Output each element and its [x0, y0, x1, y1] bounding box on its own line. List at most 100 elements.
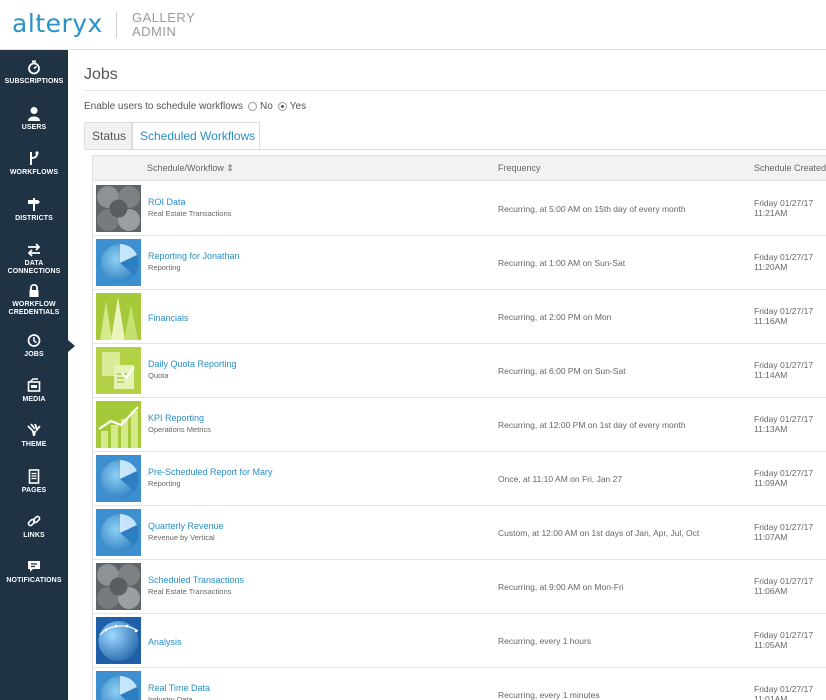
workflow-name-link[interactable]: Quarterly Revenue: [148, 521, 224, 531]
sidebar-item-label: WORKFLOW: [12, 301, 56, 308]
workflow-name-link[interactable]: Analysis: [148, 637, 182, 647]
workflow-name-link[interactable]: Pre-Scheduled Report for Mary: [148, 467, 273, 477]
workflow-thumbnail[interactable]: [96, 563, 141, 610]
table-row[interactable]: Daily Quota Reporting Quota Recurring, at …: [93, 344, 826, 398]
column-header-frequency[interactable]: Frequency: [498, 156, 541, 181]
media-icon: [0, 378, 68, 396]
created-date: Friday 01/27/17: [754, 576, 814, 586]
sidebar-item-data-connections[interactable]: DATA CONNECTIONS: [0, 242, 68, 276]
tab-scheduled-workflows[interactable]: Scheduled Workflows: [132, 122, 260, 150]
table-row[interactable]: Real Time Data Industry Data Recurring, ev…: [93, 668, 826, 700]
created-cell: Friday 01/27/17 11:21AM: [754, 198, 813, 218]
frequency-cell: Recurring, at 1:00 AM on Sun-Sat: [498, 258, 626, 268]
sidebar-item-media[interactable]: MEDIA: [0, 378, 68, 404]
workflow-thumbnail[interactable]: [96, 671, 141, 700]
frequency-cell: Once, at 11:10 AM on Fri, Jan 27: [498, 474, 623, 484]
table-row[interactable]: KPI Reporting Operations Metrics Recurring…: [93, 398, 826, 452]
sidebar-item-label: DISTRICTS: [15, 215, 53, 222]
workflow-name-link[interactable]: KPI Reporting: [148, 413, 204, 423]
sidebar-item-links[interactable]: LINKS: [0, 514, 68, 540]
top-bar: alteryx GALLERY ADMIN: [0, 0, 826, 50]
user-icon: [0, 106, 68, 124]
sidebar-item-label-line2: CREDENTIALS: [8, 309, 60, 316]
created-cell: Friday 01/27/17 11:06AM: [754, 576, 813, 596]
sidebar-item-subscriptions[interactable]: SUBSCRIPTIONS: [0, 60, 68, 86]
table-row[interactable]: Analysis Recurring, every 1 hours Friday 0…: [93, 614, 826, 668]
schedule-option-label: Enable users to schedule workflows: [84, 101, 243, 112]
workflow-name-link[interactable]: ROI Data: [148, 197, 186, 207]
workflow-thumbnail[interactable]: [96, 185, 141, 232]
created-time: 11:07AM: [754, 532, 788, 542]
brush-icon: [0, 423, 68, 441]
workflow-thumbnail[interactable]: [96, 617, 141, 664]
sidebar-item-theme[interactable]: THEME: [0, 423, 68, 449]
created-date: Friday 01/27/17: [754, 468, 814, 478]
frequency-cell: Custom, at 12:00 AM on 1st days of Jan, …: [498, 528, 700, 538]
radio-no[interactable]: [247, 102, 257, 111]
table-row[interactable]: Reporting for Jonathan Reporting Recurring…: [93, 236, 826, 290]
column-header-schedule-created[interactable]: Schedule Created ▾: [754, 156, 826, 181]
workflow-thumbnail[interactable]: [96, 509, 141, 556]
workflow-thumbnail[interactable]: [96, 347, 141, 394]
workflow-name-link[interactable]: Real Time Data: [148, 683, 210, 693]
created-date: Friday 01/27/17: [754, 630, 814, 640]
frequency-cell: Recurring, every 1 hours: [498, 636, 592, 646]
sidebar-item-users[interactable]: USERS: [0, 106, 68, 132]
created-date: Friday 01/27/17: [754, 360, 814, 370]
workflow-name-link[interactable]: Daily Quota Reporting: [148, 359, 237, 369]
active-nav-pointer: [68, 340, 75, 352]
workflow-subtitle: Real Estate Transactions: [148, 209, 232, 218]
created-cell: Friday 01/27/17 11:07AM: [754, 522, 813, 542]
sidebar-item-jobs[interactable]: JOBS: [0, 333, 68, 359]
sidebar-item-workflows[interactable]: WORKFLOWS: [0, 151, 68, 177]
workflow-thumbnail[interactable]: [96, 293, 141, 340]
created-cell: Friday 01/27/17 11:05AM: [754, 630, 813, 650]
table-row[interactable]: Financials Recurring, at 2:00 PM on Mon Fr…: [93, 290, 826, 344]
frequency-cell: Recurring, at 12:00 PM on 1st day of eve…: [498, 420, 686, 430]
signpost-icon: [0, 197, 68, 215]
radio-yes-label[interactable]: Yes: [290, 101, 306, 112]
gallery-admin-title: GALLERY ADMIN: [132, 11, 195, 39]
created-date: Friday 01/27/17: [754, 252, 814, 262]
sidebar-item-workflow-credentials[interactable]: WORKFLOW CREDENTIALS: [0, 283, 68, 317]
created-date: Friday 01/27/17: [754, 306, 814, 316]
created-cell: Friday 01/27/17 11:09AM: [754, 468, 813, 488]
clock-icon: [0, 333, 68, 351]
radio-no-label[interactable]: No: [260, 101, 273, 112]
sidebar-item-pages[interactable]: PAGES: [0, 469, 68, 495]
link-icon: [0, 514, 68, 532]
table-row[interactable]: Scheduled Transactions Real Estate Transa…: [93, 560, 826, 614]
alteryx-logo[interactable]: alteryx: [12, 9, 103, 38]
table-row[interactable]: Quarterly Revenue Revenue by Vertical Cust…: [93, 506, 826, 560]
workflow-name-link[interactable]: Reporting for Jonathan: [148, 251, 240, 261]
tab-status[interactable]: Status: [84, 122, 132, 150]
radio-yes[interactable]: [277, 102, 287, 111]
workflow-subtitle: Revenue by Vertical: [148, 533, 215, 542]
workflow-subtitle: Industry Data: [148, 695, 193, 700]
table-row[interactable]: Pre-Scheduled Report for Mary Reporting On…: [93, 452, 826, 506]
frequency-cell: Recurring, at 2:00 PM on Mon: [498, 312, 612, 322]
sidebar-item-label: DATA: [24, 260, 44, 267]
message-icon: [0, 559, 68, 577]
workflow-name-link[interactable]: Scheduled Transactions: [148, 575, 244, 585]
workflow-icon: [0, 151, 68, 169]
sidebar-item-districts[interactable]: DISTRICTS: [0, 197, 68, 223]
workflow-name-link[interactable]: Financials: [148, 313, 189, 323]
column-header-schedule-workflow[interactable]: Schedule/Workflow ⇕: [147, 156, 234, 181]
created-time: 11:20AM: [754, 262, 788, 272]
created-time: 11:21AM: [754, 208, 788, 218]
workflow-thumbnail[interactable]: [96, 455, 141, 502]
created-cell: Friday 01/27/17 11:16AM: [754, 306, 813, 326]
created-time: 11:05AM: [754, 640, 788, 650]
sidebar-item-label: USERS: [21, 124, 47, 131]
sidebar-item-label: JOBS: [24, 351, 44, 358]
subscriptions-icon: [0, 60, 68, 78]
table-header: Schedule/Workflow ⇕ Frequency Schedule C…: [93, 156, 826, 181]
workflow-thumbnail[interactable]: [96, 239, 141, 286]
table-row[interactable]: ROI Data Real Estate Transactions Recurrin…: [93, 182, 826, 236]
workflow-subtitle: Real Estate Transactions: [148, 587, 232, 596]
workflow-thumbnail[interactable]: [96, 401, 141, 448]
workflow-subtitle: Operations Metrics: [148, 425, 211, 434]
created-time: 11:06AM: [754, 586, 788, 596]
sidebar-item-notifications[interactable]: NOTIFICATIONS: [0, 559, 68, 585]
